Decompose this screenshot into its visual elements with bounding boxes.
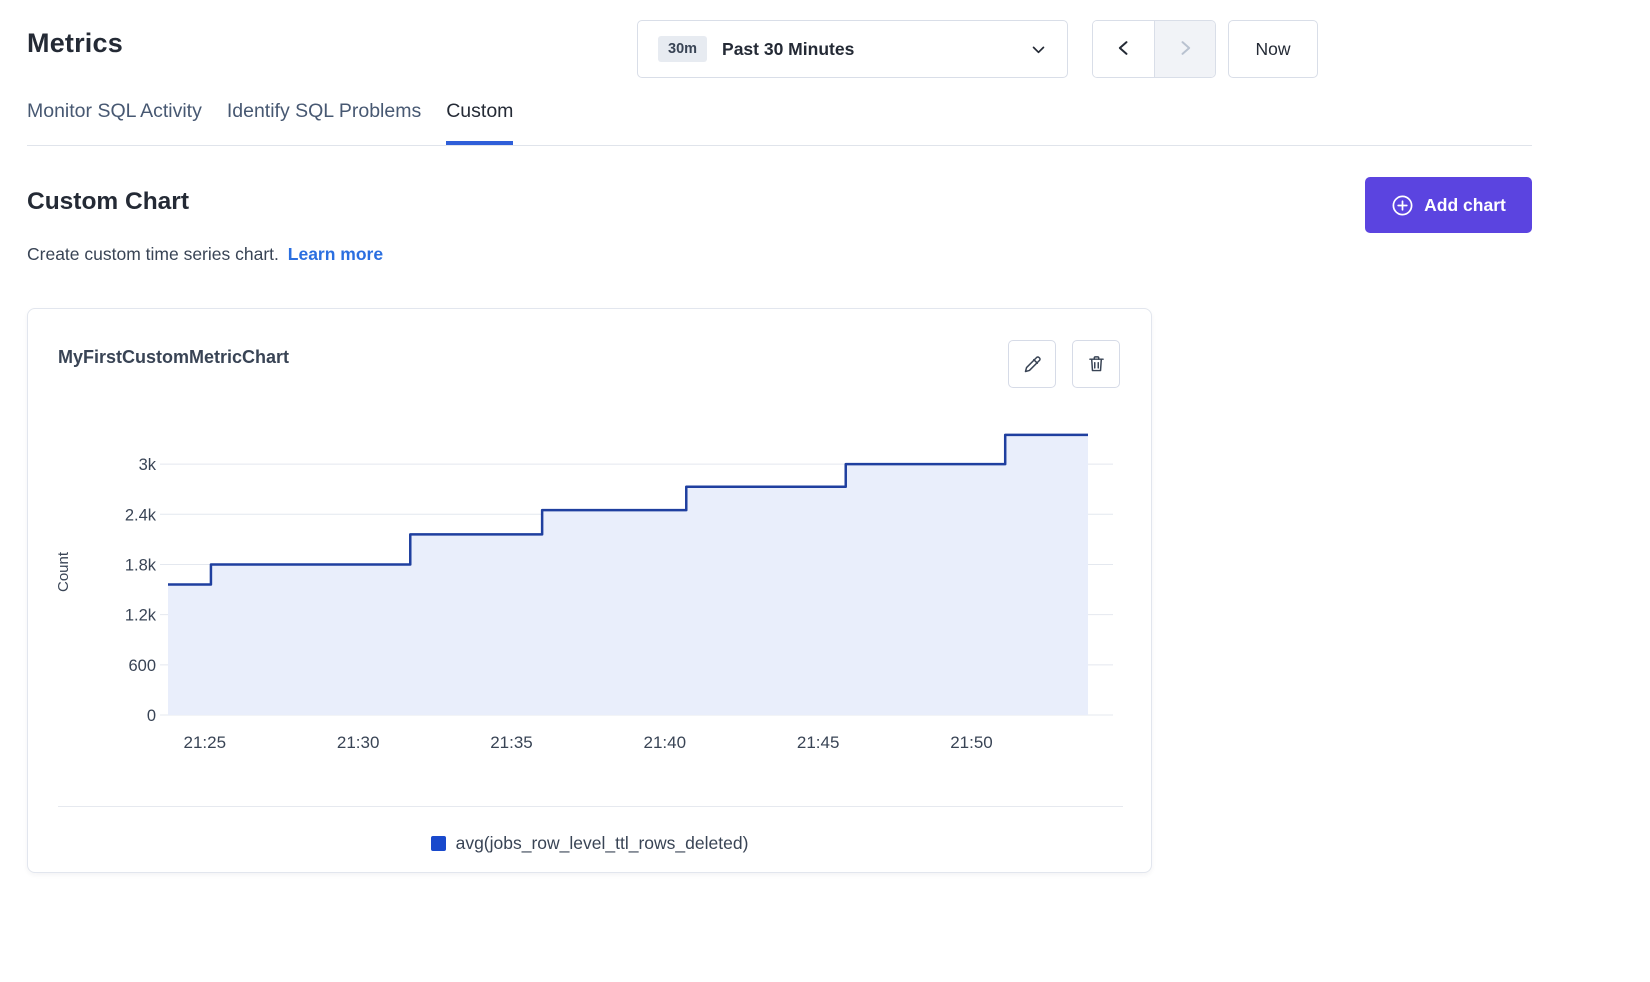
next-range-button[interactable] [1154,21,1215,77]
y-tick-label: 0 [147,707,156,725]
x-tick-label: 21:50 [950,733,993,752]
plus-circle-icon [1391,194,1414,217]
time-series-chart[interactable]: 0 600 1.2k 1.8k 2.4k 3k 21:25 21:30 21:35 21:40 21… [48,409,1128,765]
time-controls: 30m Past 30 Minutes Now [637,20,1318,78]
x-tick-label: 21:25 [184,733,227,752]
prev-range-button[interactable] [1093,21,1154,77]
chart-card: MyFirstCustomMetricChart 0 600 1.2k 1.8k 2.4… [27,308,1152,873]
section-title: Custom Chart [27,188,189,216]
chevron-right-icon [1175,38,1195,61]
y-tick-label: 1.2k [125,607,157,625]
metrics-page: Metrics 30m Past 30 Minutes Now Monitor [0,0,1650,982]
tab-monitor-sql-activity[interactable]: Monitor SQL Activity [27,99,202,145]
add-chart-label: Add chart [1424,195,1506,216]
page-title: Metrics [27,28,123,59]
legend-swatch [431,836,446,851]
section-description-text: Create custom time series chart. [27,244,279,264]
y-tick-label: 1.8k [125,556,157,574]
time-step-group [1092,20,1216,78]
y-tick-label: 600 [128,657,156,675]
time-range-label: Past 30 Minutes [722,39,854,60]
chevron-left-icon [1114,38,1134,61]
chart-legend: avg(jobs_row_level_ttl_rows_deleted) [28,833,1151,854]
x-tick-label: 21:45 [797,733,840,752]
legend-divider [58,806,1123,807]
y-axis-title: Count [55,551,72,592]
metrics-tabs: Monitor SQL Activity Identify SQL Proble… [27,99,513,145]
x-tick-label: 21:30 [337,733,380,752]
x-tick-label: 21:35 [490,733,533,752]
pencil-icon [1022,354,1043,375]
legend-label: avg(jobs_row_level_ttl_rows_deleted) [456,833,749,854]
add-chart-button[interactable]: Add chart [1365,177,1532,233]
series-area [168,435,1088,715]
time-range-dropdown[interactable]: 30m Past 30 Minutes [637,20,1068,78]
x-tick-label: 21:40 [644,733,687,752]
learn-more-link[interactable]: Learn more [288,244,383,264]
chart-card-actions [1008,340,1120,388]
y-tick-label: 3k [139,456,157,474]
y-tick-label: 2.4k [125,506,157,524]
tab-identify-sql-problems[interactable]: Identify SQL Problems [227,99,421,145]
chevron-down-icon [1030,41,1047,58]
time-range-badge: 30m [658,36,707,62]
chart-title: MyFirstCustomMetricChart [58,347,289,368]
tab-custom[interactable]: Custom [446,99,513,145]
section-description: Create custom time series chart. Learn m… [27,244,383,265]
delete-chart-button[interactable] [1072,340,1120,388]
trash-icon [1086,353,1107,375]
now-button[interactable]: Now [1228,20,1318,78]
tabs-divider [27,145,1532,146]
edit-chart-button[interactable] [1008,340,1056,388]
